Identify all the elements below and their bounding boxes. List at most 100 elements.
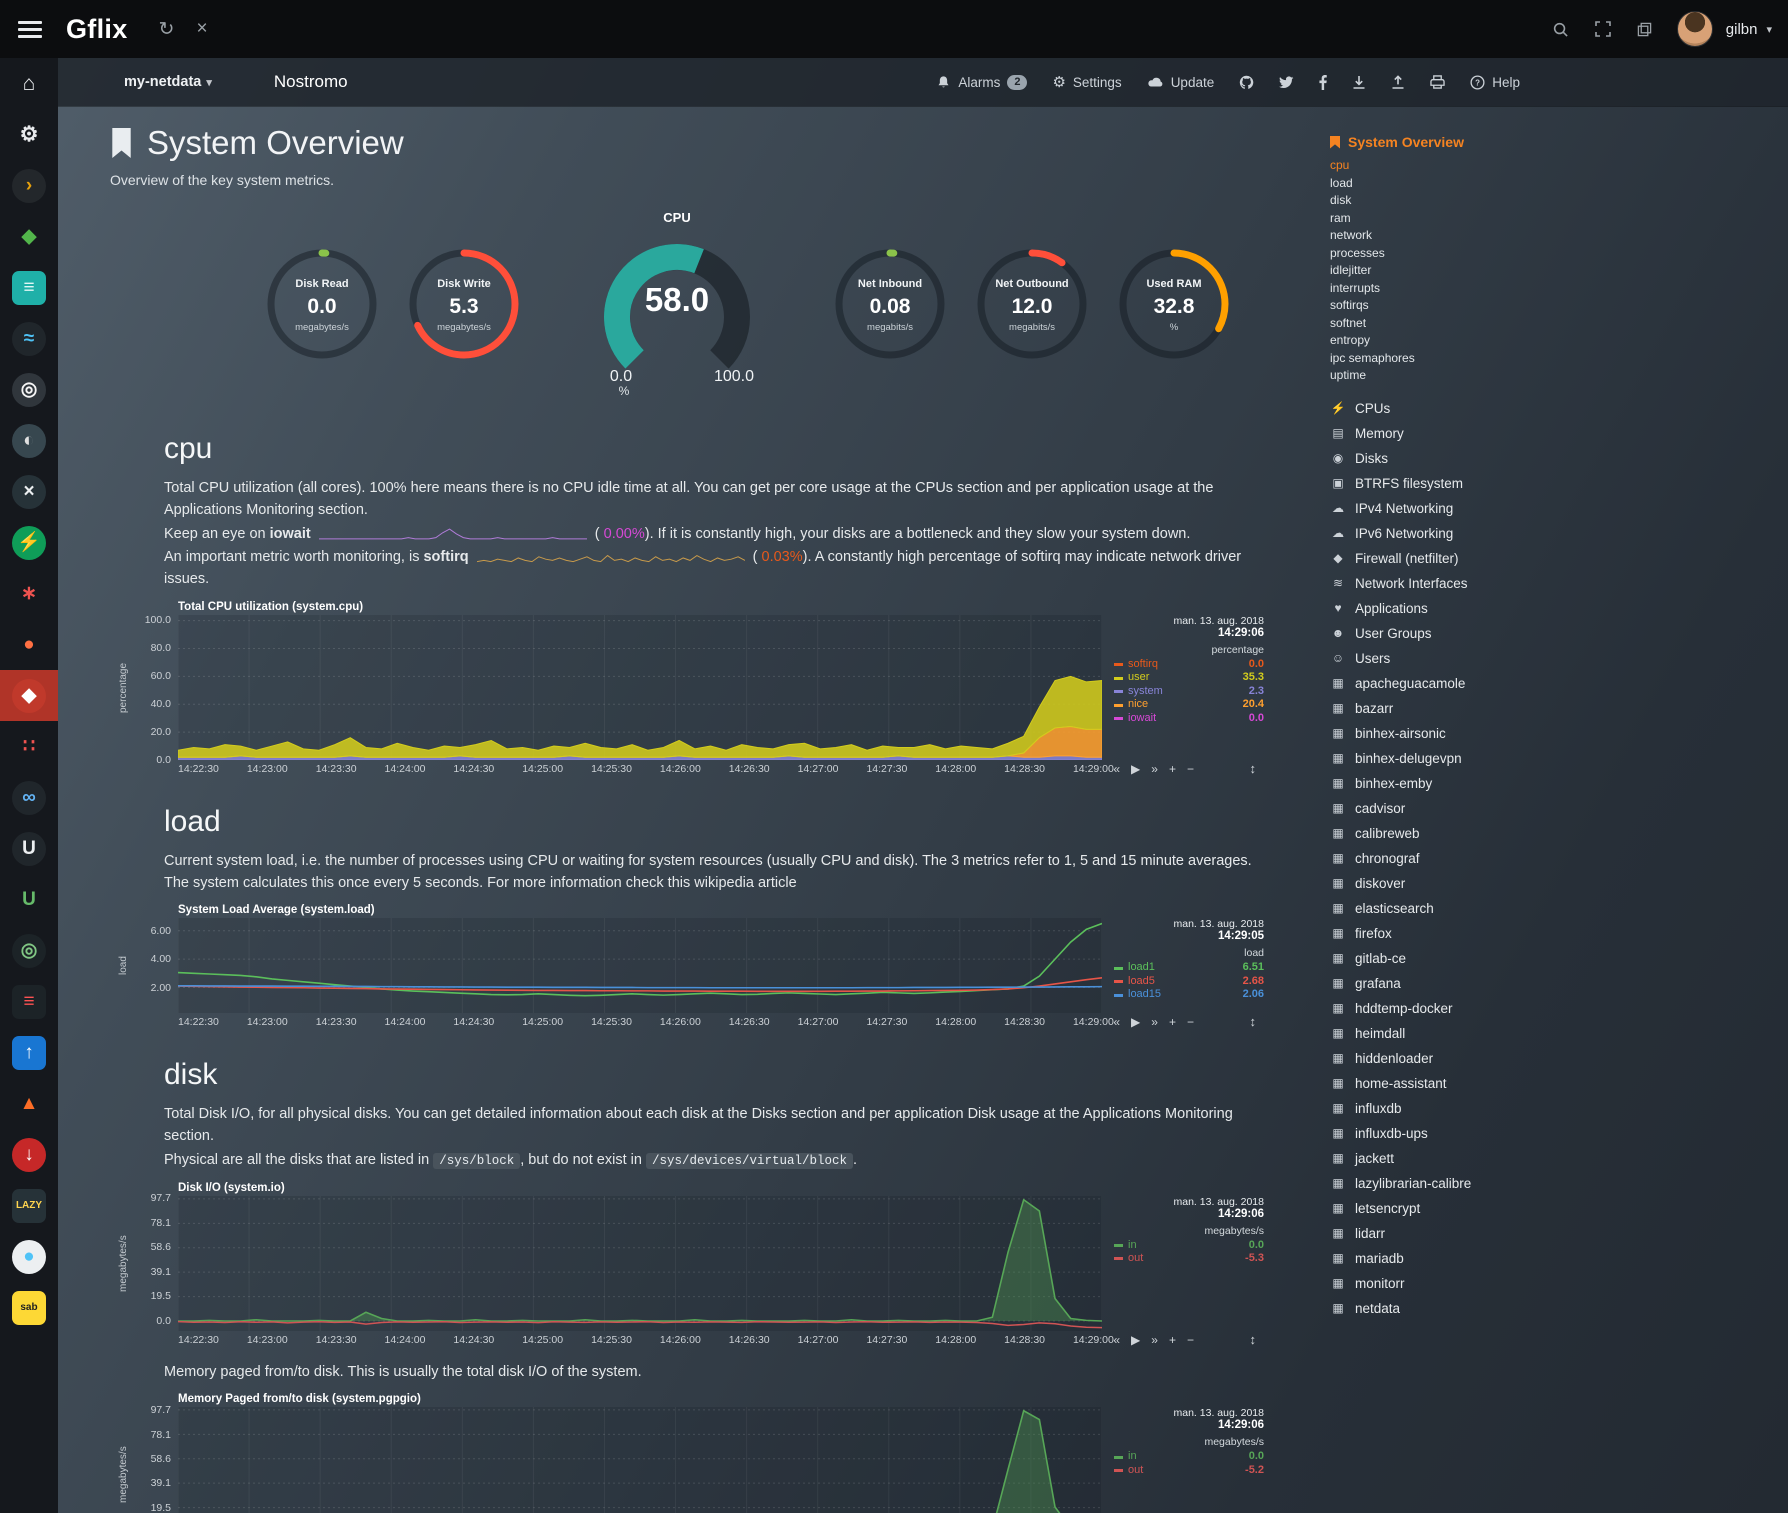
play-icon[interactable]: ▶	[1131, 1015, 1140, 1029]
nav-item-processes[interactable]: processes	[1330, 245, 1590, 263]
nav-item-cpu[interactable]: cpu	[1330, 157, 1590, 175]
nav-app-elasticsearch[interactable]: ▦elasticsearch	[1330, 896, 1590, 921]
zoom-in-icon[interactable]: +	[1169, 762, 1176, 776]
app-slot[interactable]: ≈	[0, 313, 58, 364]
nav-app-chronograf[interactable]: ▦chronograf	[1330, 846, 1590, 871]
zoom-out-icon[interactable]: −	[1187, 1333, 1194, 1347]
legend-item-nice[interactable]: nice20.4	[1114, 698, 1264, 712]
nav-app-binhex-airsonic[interactable]: ▦binhex-airsonic	[1330, 721, 1590, 746]
menu-icon[interactable]	[18, 21, 42, 38]
settings-button[interactable]: ⚙ Settings	[1052, 75, 1121, 90]
app-slot[interactable]: U	[0, 874, 58, 925]
nav-section-users[interactable]: ☺Users	[1330, 646, 1590, 671]
nav-app-cadvisor[interactable]: ▦cadvisor	[1330, 796, 1590, 821]
help-button[interactable]: ? Help	[1470, 75, 1520, 90]
nav-section-btrfs-filesystem[interactable]: ▣BTRFS filesystem	[1330, 471, 1590, 496]
nav-item-load[interactable]: load	[1330, 175, 1590, 193]
app-slot[interactable]: ⚡	[0, 517, 58, 568]
gauge-net-inbound[interactable]: Net Inbound0.08megabits/s	[828, 242, 952, 371]
nav-section-disks[interactable]: ◉Disks	[1330, 446, 1590, 471]
legend-item-in[interactable]: in0.0	[1114, 1450, 1264, 1464]
app-slot[interactable]: ↓	[0, 1129, 58, 1180]
nav-app-bazarr[interactable]: ▦bazarr	[1330, 696, 1590, 721]
github-icon[interactable]	[1239, 75, 1254, 90]
nav-app-apacheguacamole[interactable]: ▦apacheguacamole	[1330, 671, 1590, 696]
gauge-disk-write[interactable]: Disk Write5.3megabytes/s	[402, 242, 526, 371]
chart-plot-area[interactable]: 0.019.539.158.678.197.7	[178, 1196, 1102, 1331]
chart-system-io[interactable]: Disk I/O (system.io)megabytes/s0.019.539…	[118, 1182, 1264, 1346]
app-slot[interactable]: ≡	[0, 262, 58, 313]
refresh-icon[interactable]: ↻	[159, 18, 175, 41]
chart-plot-area[interactable]: 0.020.040.060.080.0100.0	[178, 615, 1102, 760]
nav-section-applications[interactable]: ♥Applications	[1330, 596, 1590, 621]
nav-app-binhex-delugevpn[interactable]: ▦binhex-delugevpn	[1330, 746, 1590, 771]
nav-app-hiddenloader[interactable]: ▦hiddenloader	[1330, 1046, 1590, 1071]
app-slot[interactable]: ›	[0, 160, 58, 211]
resize-handle-icon[interactable]: ↕	[1250, 1014, 1257, 1029]
app-slot[interactable]: ×	[0, 466, 58, 517]
play-icon[interactable]: ▶	[1131, 762, 1140, 776]
facebook-icon[interactable]	[1319, 75, 1327, 90]
nav-app-gitlab-ce[interactable]: ▦gitlab-ce	[1330, 946, 1590, 971]
app-slot[interactable]: ◎	[0, 925, 58, 976]
print-icon[interactable]	[1430, 75, 1445, 89]
nav-section-user-groups[interactable]: ☻User Groups	[1330, 621, 1590, 646]
pan-forward-icon[interactable]: »	[1151, 1015, 1158, 1029]
app-slot[interactable]: ●	[0, 1231, 58, 1282]
search-icon[interactable]	[1552, 21, 1569, 38]
nav-section-ipv4-networking[interactable]: ☁IPv4 Networking	[1330, 496, 1590, 521]
nav-app-binhex-emby[interactable]: ▦binhex-emby	[1330, 771, 1590, 796]
zoom-out-icon[interactable]: −	[1187, 1015, 1194, 1029]
legend-item-softirq[interactable]: softirq0.0	[1114, 658, 1264, 672]
zoom-out-icon[interactable]: −	[1187, 762, 1194, 776]
nav-system-overview[interactable]: System Overview	[1330, 134, 1590, 150]
gauge-cpu[interactable]: CPU58.00.0100.0%	[572, 210, 782, 402]
app-slot[interactable]: sab	[0, 1282, 58, 1333]
app-slot[interactable]: ●	[0, 619, 58, 670]
nav-section-cpus[interactable]: ⚡CPUs	[1330, 396, 1590, 421]
nav-app-hddtemp-docker[interactable]: ▦hddtemp-docker	[1330, 996, 1590, 1021]
app-slot[interactable]: ◐	[0, 415, 58, 466]
nav-item-softnet[interactable]: softnet	[1330, 315, 1590, 333]
app-slot[interactable]: ∗	[0, 568, 58, 619]
nav-app-calibreweb[interactable]: ▦calibreweb	[1330, 821, 1590, 846]
legend-item-load15[interactable]: load152.06	[1114, 988, 1264, 1002]
chart-plot-area[interactable]: 0.019.539.158.678.197.7	[178, 1407, 1102, 1513]
chart-system-load[interactable]: System Load Average (system.load)load2.0…	[118, 904, 1264, 1028]
pan-backward-icon[interactable]: «	[1113, 762, 1120, 776]
nav-app-grafana[interactable]: ▦grafana	[1330, 971, 1590, 996]
app-slot[interactable]: LAZY	[0, 1180, 58, 1231]
app-slot[interactable]: ◆	[0, 211, 58, 262]
pan-forward-icon[interactable]: »	[1151, 762, 1158, 776]
nav-item-entropy[interactable]: entropy	[1330, 332, 1590, 350]
pan-backward-icon[interactable]: «	[1113, 1015, 1120, 1029]
app-slot[interactable]: ◎	[0, 364, 58, 415]
server-menu[interactable]: my-netdata ▾	[124, 74, 212, 90]
app-slot[interactable]: ◆	[0, 670, 58, 721]
username[interactable]: gilbn	[1726, 21, 1758, 38]
wikipedia-link[interactable]: wikipedia article	[694, 875, 796, 891]
fullscreen-icon[interactable]	[1595, 21, 1611, 37]
nav-app-firefox[interactable]: ▦firefox	[1330, 921, 1590, 946]
nav-app-letsencrypt[interactable]: ▦letsencrypt	[1330, 1196, 1590, 1221]
chart-system-cpu[interactable]: Total CPU utilization (system.cpu)percen…	[118, 601, 1264, 775]
nav-app-jackett[interactable]: ▦jackett	[1330, 1146, 1590, 1171]
legend-item-system[interactable]: system2.3	[1114, 685, 1264, 699]
gauge-net-outbound[interactable]: Net Outbound12.0megabits/s	[970, 242, 1094, 371]
nav-item-interrupts[interactable]: interrupts	[1330, 280, 1590, 298]
nav-app-home-assistant[interactable]: ▦home-assistant	[1330, 1071, 1590, 1096]
nav-section-firewall-netfilter-[interactable]: ◆Firewall (netfilter)	[1330, 546, 1590, 571]
app-slot[interactable]: ≡	[0, 976, 58, 1027]
chart-plot-area[interactable]: 2.004.006.00	[178, 918, 1102, 1013]
pan-forward-icon[interactable]: »	[1151, 1333, 1158, 1347]
zoom-in-icon[interactable]: +	[1169, 1015, 1176, 1029]
resize-handle-icon[interactable]: ↕	[1250, 761, 1257, 776]
nav-app-lazylibrarian-calibre[interactable]: ▦lazylibrarian-calibre	[1330, 1171, 1590, 1196]
nav-section-ipv6-networking[interactable]: ☁IPv6 Networking	[1330, 521, 1590, 546]
legend-item-in[interactable]: in0.0	[1114, 1239, 1264, 1253]
legend-item-user[interactable]: user35.3	[1114, 671, 1264, 685]
app-slot[interactable]: ∞	[0, 772, 58, 823]
app-slot[interactable]: ⌂	[0, 58, 58, 109]
windows-restore-icon[interactable]	[1637, 22, 1652, 37]
nav-item-disk[interactable]: disk	[1330, 192, 1590, 210]
